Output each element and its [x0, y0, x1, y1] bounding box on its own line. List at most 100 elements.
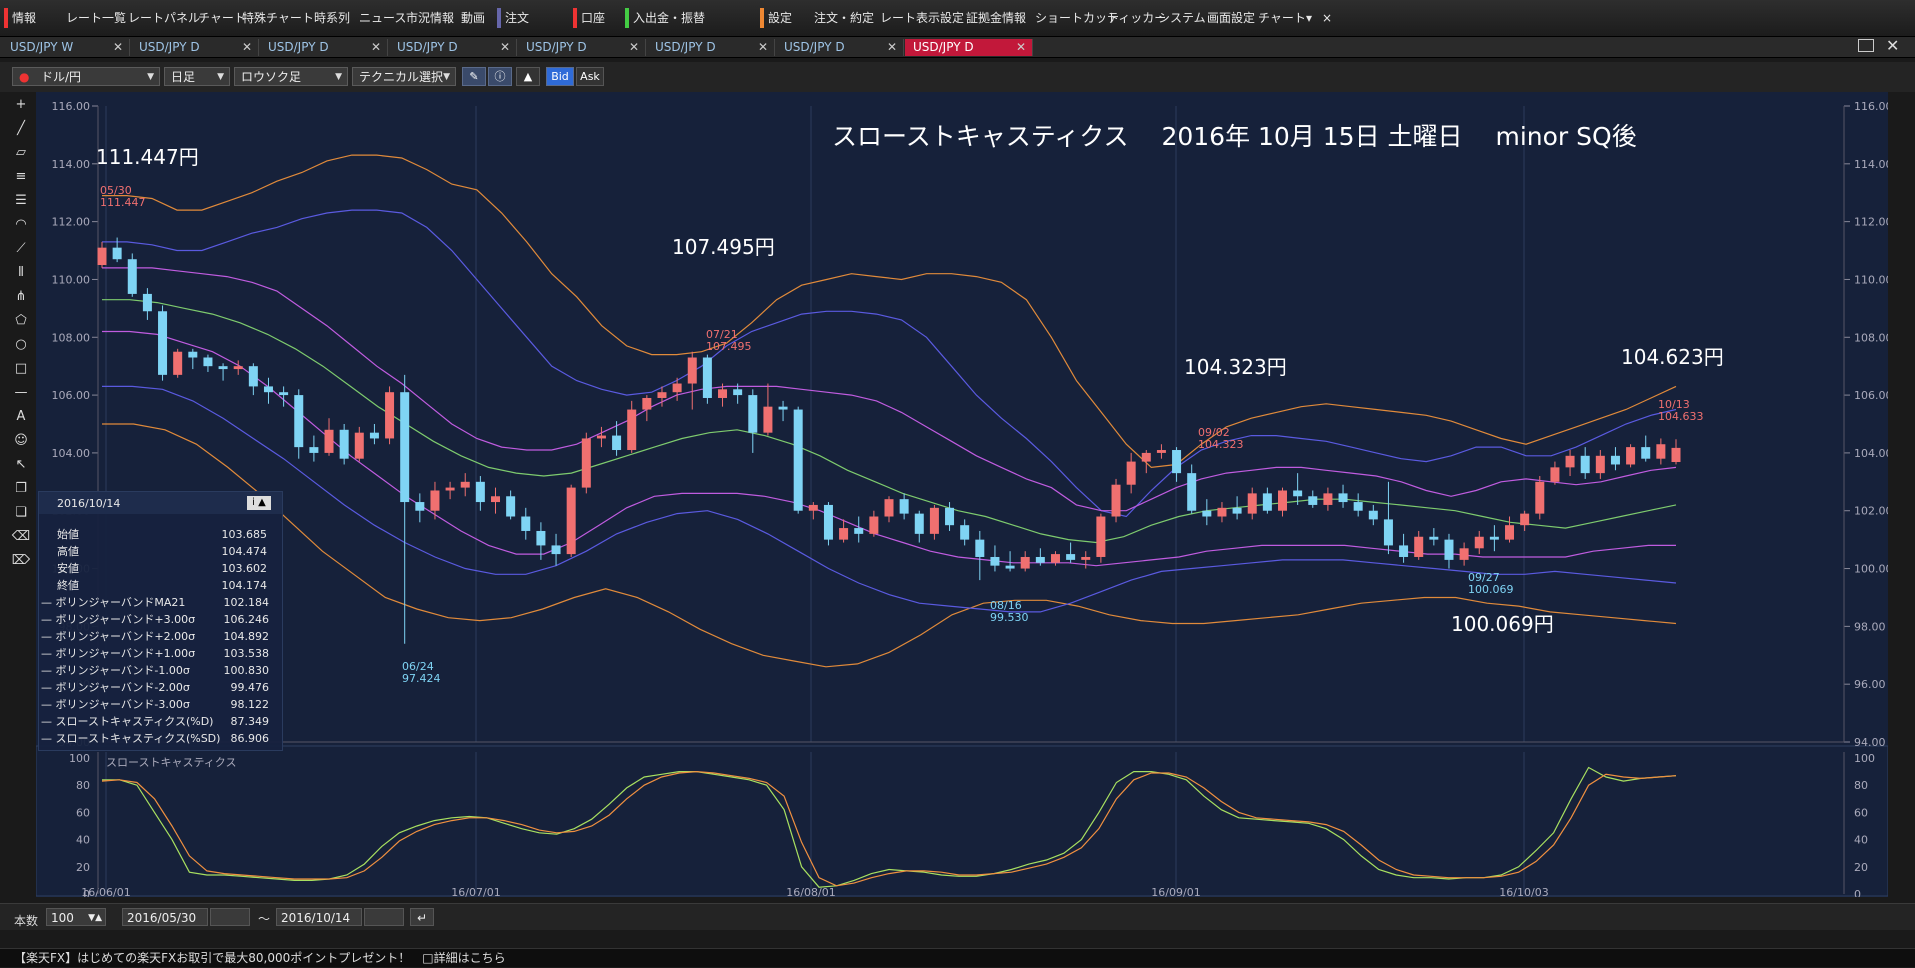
- timeframe-select[interactable]: 日足 ▼: [164, 67, 230, 86]
- ask-button[interactable]: Ask: [576, 67, 604, 86]
- tab-close-icon[interactable]: ✕: [629, 39, 639, 56]
- smiley-icon[interactable]: ☺: [10, 431, 32, 451]
- candle-body: [1187, 473, 1197, 511]
- mountain-icon[interactable]: ▲: [516, 67, 540, 86]
- to-date-input[interactable]: 2016/10/14: [276, 908, 362, 926]
- rectangle-icon[interactable]: □: [10, 359, 32, 379]
- menu-item-9[interactable]: 注文: [505, 8, 529, 28]
- copy-icon[interactable]: ❐: [10, 479, 32, 499]
- pitchfork-icon[interactable]: ⋔: [10, 287, 32, 307]
- info-icon[interactable]: ⓘ: [488, 67, 512, 86]
- crosshair-icon[interactable]: +: [10, 95, 32, 115]
- news-ticker[interactable]: 【楽天FX】はじめての楽天FXお取引で最大80,000ポイントプレゼント！ □詳…: [0, 948, 1915, 967]
- chart-svg[interactable]: 16/06/01 16/07/01 16/08/01 16/09/01 16/10/03…: [35, 92, 1893, 901]
- tab-close-icon[interactable]: ✕: [113, 39, 123, 56]
- info-row: — ボリンジャーバンド+1.00σ 103.538: [41, 645, 277, 662]
- menu-item-6[interactable]: ニュース: [359, 8, 406, 28]
- fan-icon[interactable]: ⟋: [10, 239, 32, 259]
- info-row-label: 始値: [57, 528, 79, 541]
- candle-body: [1232, 507, 1242, 514]
- tab-5[interactable]: USD/JPY D ✕: [647, 39, 775, 56]
- menu-item-13[interactable]: 注文・約定: [814, 8, 874, 28]
- menu-item-18[interactable]: システム: [1158, 8, 1206, 28]
- line-icon[interactable]: —: [10, 383, 32, 403]
- sub-y-tick-label-right: 40: [1854, 834, 1868, 847]
- tab-close-icon[interactable]: ✕: [242, 39, 252, 56]
- hline-icon[interactable]: ≡: [10, 167, 32, 187]
- candle-body: [702, 357, 712, 398]
- candle-body: [975, 539, 985, 557]
- candle-body: [1414, 536, 1424, 557]
- menu-item-11[interactable]: 入出金・振替: [633, 8, 705, 28]
- to-time-input[interactable]: [364, 908, 404, 926]
- menu-item-1[interactable]: レート一覧: [66, 8, 126, 28]
- menu-item-14[interactable]: レート表示設定: [880, 8, 964, 28]
- circle-icon[interactable]: ○: [10, 335, 32, 355]
- count-input[interactable]: 100 ▼▲: [46, 908, 106, 926]
- info-row: 高値 104.474: [57, 543, 275, 560]
- close-icon[interactable]: ✕: [1886, 36, 1899, 55]
- ruler-icon[interactable]: ▱: [10, 143, 32, 163]
- tab-label: USD/JPY D: [655, 40, 716, 54]
- cursor-icon[interactable]: ↖: [10, 455, 32, 475]
- menu-item-0[interactable]: 情報: [12, 8, 36, 28]
- menu-item-7[interactable]: 市況情報: [406, 8, 454, 28]
- tab-close-icon[interactable]: ✕: [1016, 39, 1026, 56]
- menu-more-icon[interactable]: ▾: [1306, 8, 1312, 28]
- menu-item-2[interactable]: レートパネル: [128, 8, 200, 28]
- tab-close-icon[interactable]: ✕: [500, 39, 510, 56]
- apply-button[interactable]: ↵: [410, 908, 434, 926]
- bid-button[interactable]: Bid: [546, 67, 574, 86]
- menu-item-4[interactable]: 特殊チャート: [242, 8, 314, 28]
- tab-close-icon[interactable]: ✕: [371, 39, 381, 56]
- currency-pair-select[interactable]: ● ドル/円 ▼: [12, 67, 160, 86]
- stepper-icon[interactable]: ▼▲: [88, 909, 102, 927]
- tab-close-icon[interactable]: ✕: [887, 39, 897, 56]
- menu-item-15[interactable]: 証拠金情報: [966, 8, 1026, 28]
- paste-icon[interactable]: ❏: [10, 503, 32, 523]
- delete-all-icon[interactable]: ⌦: [10, 551, 32, 571]
- tab-2[interactable]: USD/JPY D ✕: [260, 39, 388, 56]
- from-date-input[interactable]: 2016/05/30: [122, 908, 208, 926]
- candle-body: [839, 528, 849, 540]
- from-time-input[interactable]: [210, 908, 250, 926]
- y-tick-label-right: 114.00: [1854, 158, 1888, 171]
- tab-1[interactable]: USD/JPY D ✕: [131, 39, 259, 56]
- candle-body: [1656, 444, 1666, 459]
- trendline-icon[interactable]: ╱: [10, 119, 32, 139]
- vlines-icon[interactable]: ⦀: [10, 263, 32, 283]
- info-row-label: — スローストキャスティクス(%D): [41, 715, 214, 728]
- menu-item-12[interactable]: 設定: [768, 8, 792, 28]
- tab-4[interactable]: USD/JPY D ✕: [518, 39, 646, 56]
- fibonacci-arc-icon[interactable]: ◠: [10, 215, 32, 235]
- candle-body: [173, 351, 183, 375]
- tab-0[interactable]: USD/JPY W ✕: [2, 39, 130, 56]
- chart-type-select[interactable]: ロウソク足 ▼: [234, 67, 348, 86]
- tab-7[interactable]: USD/JPY D ✕: [905, 39, 1033, 56]
- info-toggle-icon[interactable]: i ▲: [247, 496, 271, 510]
- channel-icon[interactable]: ☰: [10, 191, 32, 211]
- menu-item-19[interactable]: 画面設定: [1207, 8, 1255, 28]
- sub-y-tick-label-left: 0: [83, 888, 90, 897]
- tab-3[interactable]: USD/JPY D ✕: [389, 39, 517, 56]
- menu-item-5[interactable]: 時系列: [314, 8, 350, 28]
- maximize-icon[interactable]: [1858, 39, 1874, 52]
- menu-close-icon[interactable]: ×: [1322, 8, 1332, 28]
- tab-6[interactable]: USD/JPY D ✕: [776, 39, 904, 56]
- candle-body: [1610, 455, 1620, 465]
- chart-area[interactable]: 16/06/01 16/07/01 16/08/01 16/09/01 16/10/03…: [35, 92, 1893, 901]
- pen-icon[interactable]: ✎: [462, 67, 486, 86]
- menu-item-20[interactable]: チャート: [1258, 8, 1306, 28]
- polygon-icon[interactable]: ⬠: [10, 311, 32, 331]
- eraser-icon[interactable]: ⌫: [10, 527, 32, 547]
- menu-item-8[interactable]: 動画: [461, 8, 485, 28]
- candle-body: [339, 429, 349, 459]
- menu-item-10[interactable]: 口座: [581, 8, 605, 28]
- menu-item-3[interactable]: チャート: [198, 8, 246, 28]
- text-icon[interactable]: A: [10, 407, 32, 427]
- technical-select[interactable]: テクニカル選択 ▼: [352, 67, 456, 86]
- candle-body: [1066, 554, 1076, 560]
- info-row-value: 102.184: [223, 596, 270, 609]
- tab-close-icon[interactable]: ✕: [758, 39, 768, 56]
- info-row-label: 終値: [57, 579, 79, 592]
